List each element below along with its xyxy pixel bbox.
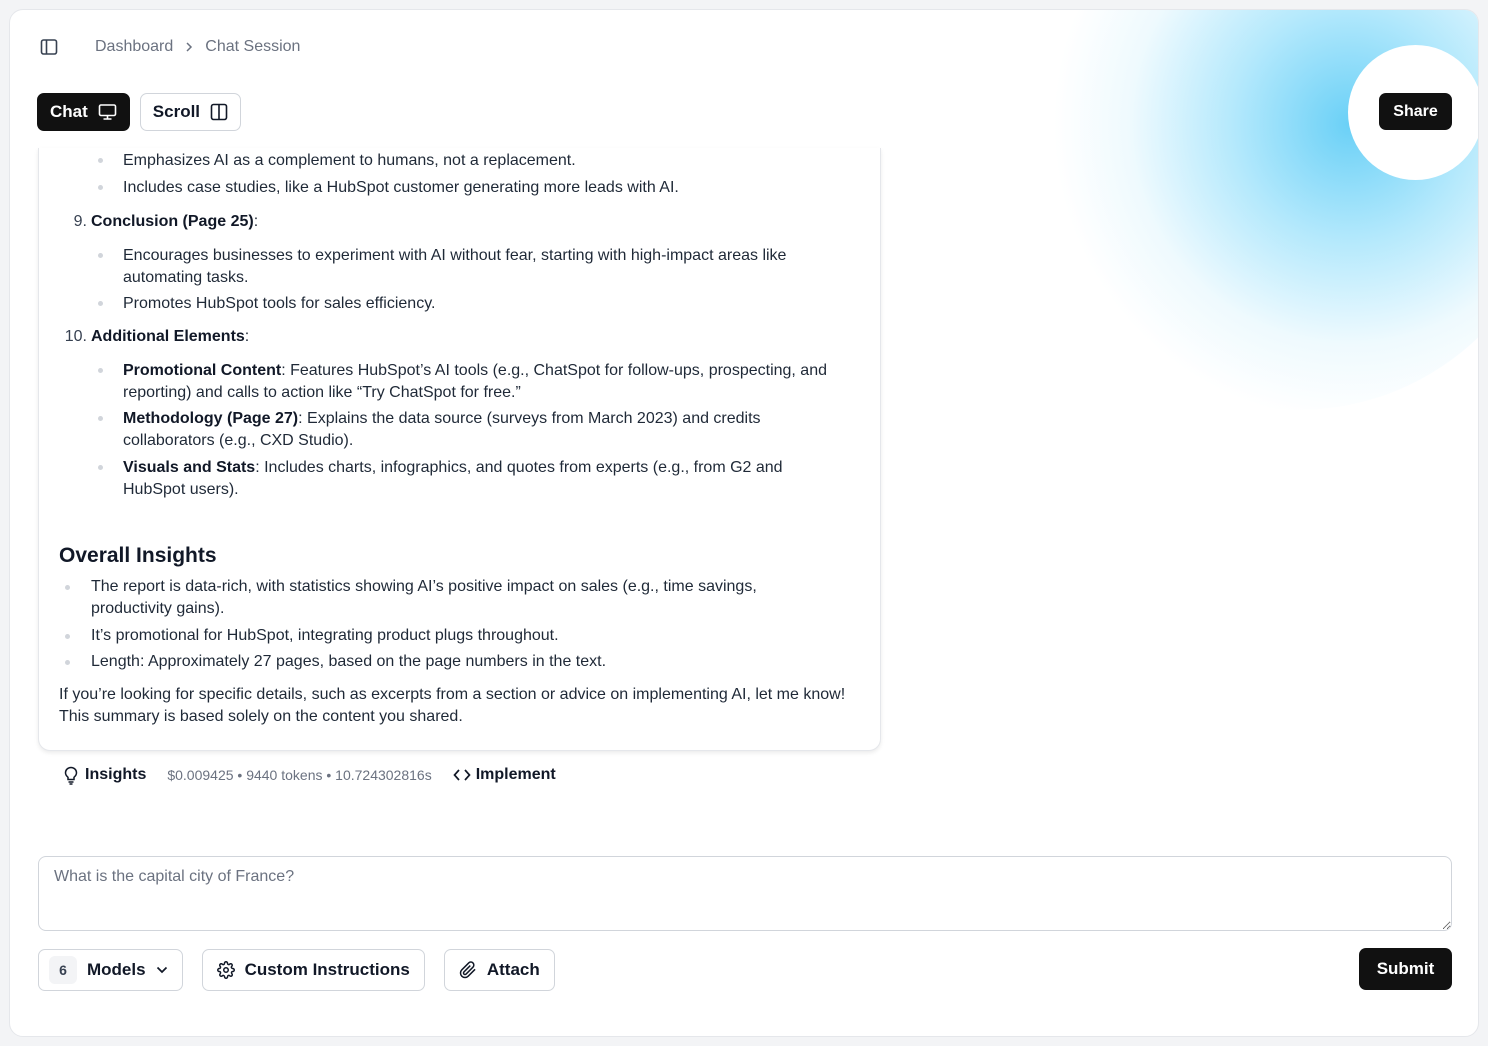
item10-suffix: : (244, 328, 250, 345)
app-window: Dashboard Chat Session Chat Scroll Share (9, 9, 1479, 1037)
list-item: Promotes HubSpot tools for sales efficie… (123, 295, 436, 312)
bullet-dot (65, 634, 70, 639)
gear-icon (216, 961, 235, 979)
bullet-dot (65, 660, 70, 665)
assistant-message-card: Emphasizes AI as a complement to humans,… (38, 148, 881, 751)
breadcrumb-chat-session: Chat Session (205, 38, 301, 55)
models-button[interactable]: 6 Models (38, 949, 183, 991)
view-toggle: Chat Scroll (37, 93, 242, 131)
insights-label: Insights (85, 766, 147, 783)
prompt-input[interactable] (38, 856, 1452, 931)
insights-button[interactable]: Insights (64, 766, 146, 785)
scroll-view-button[interactable]: Scroll (139, 93, 242, 131)
implement-label: Implement (475, 766, 556, 783)
message-stats-row: Insights $0.009425 • 9440 tokens • 10.72… (64, 763, 556, 787)
list-item: Methodology (Page 27): Explains the data… (123, 408, 848, 451)
chat-view-button[interactable]: Chat (37, 93, 130, 131)
bullet-dot (98, 158, 103, 163)
bullet-bold: Promotional Content (123, 362, 282, 379)
list-item: Emphasizes AI as a complement to humans,… (123, 152, 576, 169)
sidebar-toggle-icon (40, 39, 58, 55)
bullet-dot (98, 253, 103, 258)
item9-suffix: : (253, 213, 259, 230)
bullet-bold: Visuals and Stats (123, 459, 256, 476)
models-label: Models (87, 960, 146, 979)
usage-metrics: $0.009425 • 9440 tokens • 10.724302816s (167, 767, 432, 783)
item10-title: Additional Elements (91, 328, 245, 345)
list-item-heading: Additional Elements: (91, 326, 249, 348)
bullet-dot (98, 368, 103, 373)
breadcrumb-dashboard[interactable]: Dashboard (95, 38, 173, 56)
paperclip-icon (459, 961, 476, 979)
list-item: Includes case studies, like a HubSpot cu… (123, 179, 679, 196)
chevron-down-icon (156, 966, 167, 974)
list-item: The report is data-rich, with statistics… (91, 578, 757, 617)
bullet-bold: Methodology (Page 27) (123, 410, 299, 427)
list-item-heading: Conclusion (Page 25): (91, 211, 258, 233)
bullet-dot (98, 185, 103, 190)
submit-label: Submit (1376, 959, 1435, 978)
attach-label: Attach (486, 960, 540, 979)
scroll-view-label: Scroll (152, 102, 201, 121)
list-number: 10. (64, 328, 87, 345)
chevron-right-icon (185, 41, 193, 53)
sidebar-toggle-button[interactable] (39, 37, 59, 57)
custom-instructions-label: Custom Instructions (244, 960, 410, 979)
monitor-icon (98, 104, 117, 120)
chat-view-label: Chat (50, 102, 88, 121)
list-item: Visuals and Stats: Includes charts, info… (123, 457, 848, 500)
columns-icon (210, 103, 228, 121)
bullet-dot (65, 585, 70, 590)
section-heading: Overall Insights (59, 544, 217, 567)
list-item: Promotional Content: Features HubSpot’s … (123, 360, 848, 403)
bullet-dot (98, 416, 103, 421)
bullet-dot (98, 301, 103, 306)
list-number: 9. (73, 213, 87, 230)
list-item: Encourages businesses to experiment with… (123, 247, 787, 286)
implement-button[interactable]: Implement (453, 766, 556, 784)
custom-instructions-button[interactable]: Custom Instructions (201, 949, 425, 991)
code-icon (453, 769, 471, 781)
attach-button[interactable]: Attach (443, 949, 555, 991)
share-button[interactable]: Share (1379, 93, 1452, 130)
item9-title: Conclusion (Page 25) (91, 213, 254, 230)
submit-button[interactable]: Submit (1359, 948, 1452, 990)
bullet-dot (98, 465, 103, 470)
list-item: Length: Approximately 27 pages, based on… (91, 653, 607, 670)
lightbulb-icon (64, 766, 78, 785)
breadcrumb: Dashboard Chat Session (95, 38, 300, 56)
composer-controls: 6 Models Custom Instructions Attach (38, 949, 555, 991)
list-item: It’s promotional for HubSpot, integratin… (91, 627, 559, 644)
share-label: Share (1393, 102, 1438, 120)
models-count-badge: 6 (49, 956, 77, 984)
closing-paragraph: If you’re looking for specific details, … (59, 686, 846, 725)
